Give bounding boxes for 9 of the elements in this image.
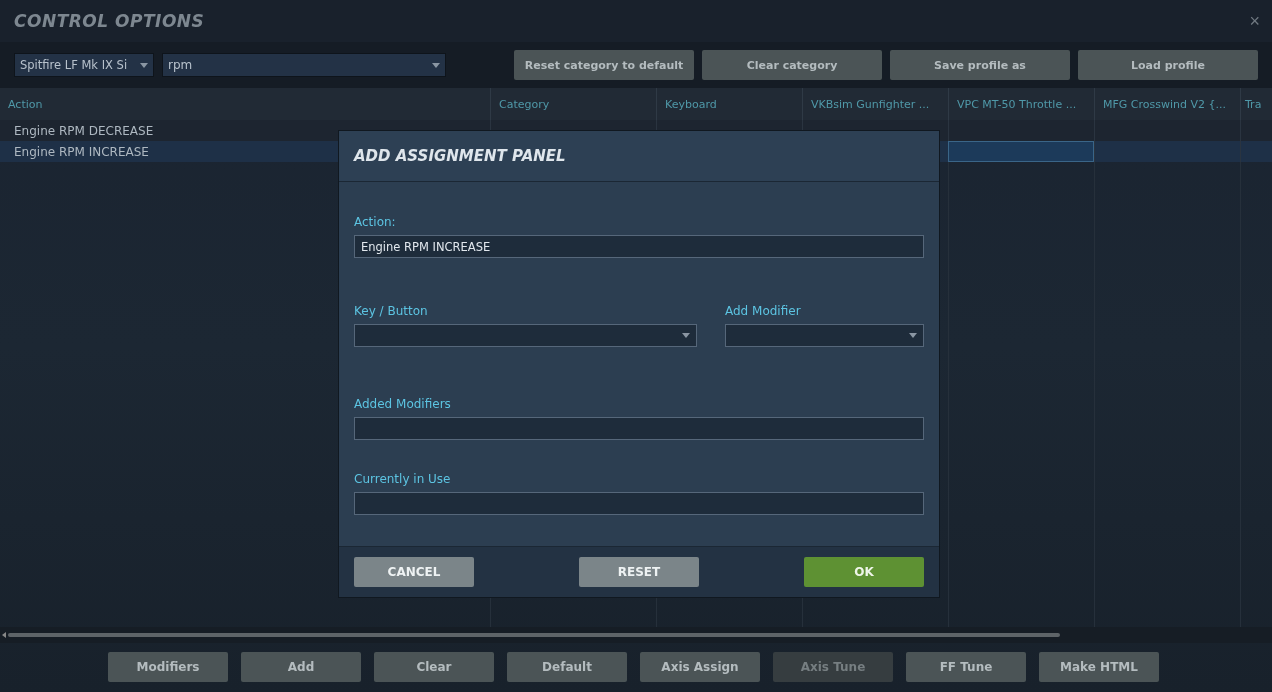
field-label: Add Modifier — [725, 304, 801, 318]
field-label: Key / Button — [354, 304, 428, 318]
field-label: Action: — [354, 215, 396, 229]
field-label: Added Modifiers — [354, 397, 451, 411]
window-title: CONTROL OPTIONS — [14, 11, 205, 31]
table-cell: Engine RPM DECREASE — [14, 123, 154, 138]
table-cell: Engine RPM INCREASE — [14, 144, 149, 159]
dialog-title: ADD ASSIGNMENT PANEL — [354, 147, 566, 165]
field-label: Currently in Use — [354, 472, 451, 486]
